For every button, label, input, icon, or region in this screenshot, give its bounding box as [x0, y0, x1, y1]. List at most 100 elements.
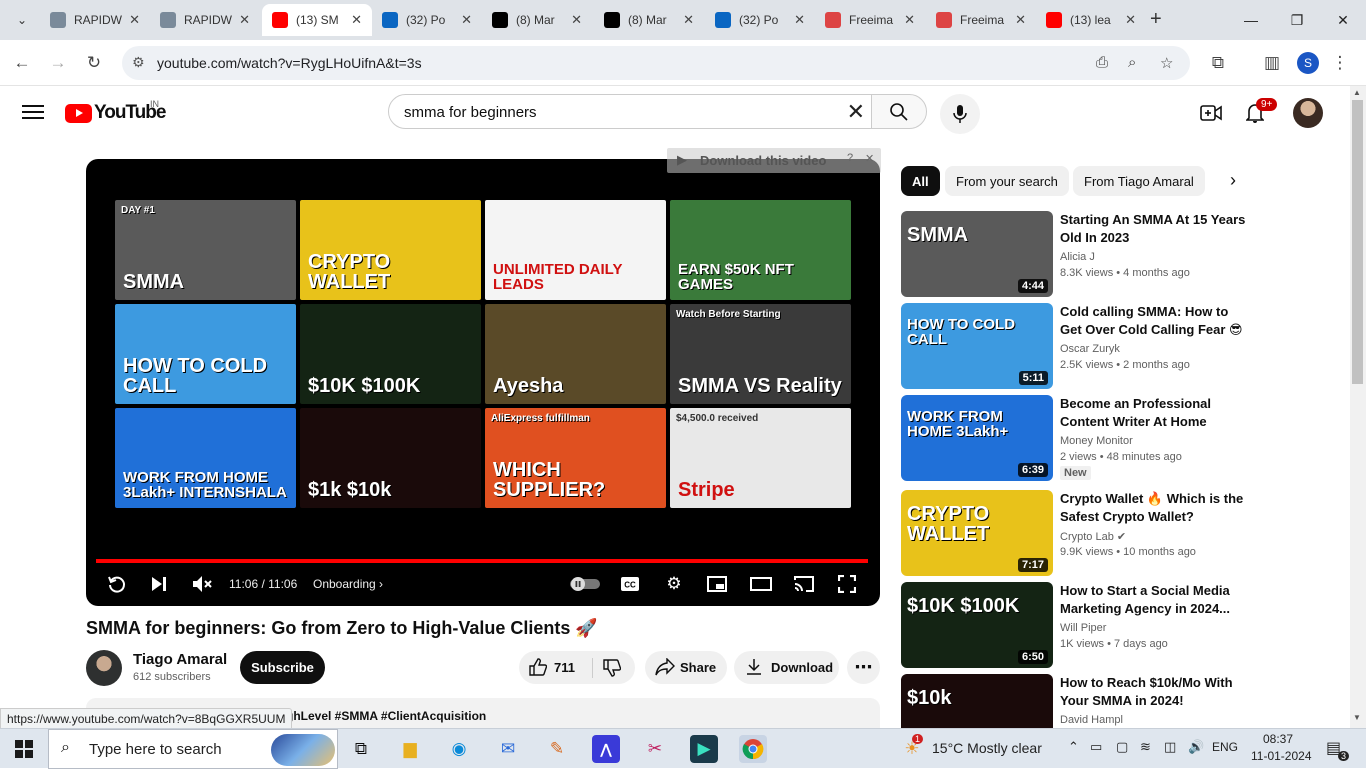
wifi-icon[interactable]: ≋ [1140, 739, 1151, 755]
address-bar[interactable]: ⚙ youtube.com/watch?v=RygLHoUifnA&t=3s ⎙… [122, 46, 1190, 80]
close-tab-icon[interactable]: ✕ [239, 12, 250, 28]
filter-chip[interactable]: From Tiago Amaral [1073, 166, 1205, 196]
browser-tab[interactable]: (8) Mar ✕ [594, 4, 704, 36]
fullscreen-icon[interactable] [836, 573, 858, 595]
next-video-icon[interactable] [148, 573, 170, 595]
terminal-app-icon[interactable]: ▶ [690, 735, 718, 763]
channel-name[interactable]: Alicia J [1060, 251, 1095, 263]
extensions-icon[interactable]: ⧉ [1206, 51, 1230, 75]
close-tab-icon[interactable]: ✕ [571, 12, 582, 28]
close-tab-icon[interactable]: ✕ [461, 12, 472, 28]
browser-tab[interactable]: (13) lea ✕ [1036, 4, 1146, 36]
snipping-tool-icon[interactable]: ✂ [641, 735, 669, 763]
minimize-button[interactable]: — [1228, 0, 1274, 40]
browser-tab[interactable]: Freeima ✕ [926, 4, 1036, 36]
end-screen-video[interactable]: CRYPTO WALLET [300, 200, 481, 300]
system-tray-chevron-icon[interactable]: ⌃ [1068, 739, 1079, 755]
edge-browser-icon[interactable]: ◉ [445, 735, 473, 763]
tab-search-button[interactable]: ⌄ [8, 8, 36, 32]
browser-tab[interactable]: RAPIDW ✕ [40, 4, 150, 36]
scroll-up-arrow[interactable]: ▲ [1353, 88, 1361, 97]
mail-icon[interactable]: ✉ [494, 735, 522, 763]
mute-icon[interactable] [191, 573, 213, 595]
like-button[interactable] [529, 658, 548, 679]
browser-tab[interactable]: Freeima ✕ [815, 4, 925, 36]
network-icon[interactable]: ◫ [1164, 739, 1176, 755]
video-thumbnail[interactable]: CRYPTO WALLET 7:17 [901, 490, 1053, 576]
address-bar-url[interactable]: youtube.com/watch?v=RygLHoUifnA&t=3s [157, 55, 422, 71]
share-button[interactable]: Share [645, 651, 727, 684]
video-title[interactable]: Crypto Wallet 🔥 Which is the Safest Cryp… [1060, 490, 1250, 526]
end-screen-video[interactable]: SMMA VS Reality Watch Before Starting [670, 304, 851, 404]
chrome-icon[interactable] [739, 735, 767, 763]
help-icon[interactable]: ? [847, 152, 853, 164]
account-avatar[interactable] [1293, 98, 1323, 128]
close-tab-icon[interactable]: ✕ [351, 12, 362, 28]
voice-search-button[interactable] [940, 94, 980, 134]
end-screen-video[interactable]: WHICH SUPPLIER? AliExpress fulfillman [485, 408, 666, 508]
scrollbar-thumb[interactable] [1352, 100, 1363, 384]
search-input[interactable]: smma for beginners ✕ [388, 94, 872, 129]
video-title[interactable]: Starting An SMMA At 15 Years Old In 2023 [1060, 211, 1250, 247]
close-tab-icon[interactable]: ✕ [904, 12, 915, 28]
search-query[interactable]: smma for beginners [404, 104, 537, 121]
bookmark-star-icon[interactable]: ☆ [1160, 54, 1173, 72]
recommended-video[interactable]: $10K $100K 6:50 How to Start a Social Medi… [901, 582, 1341, 668]
scroll-down-arrow[interactable]: ▼ [1353, 713, 1361, 722]
download-overlay[interactable]: ▶ Download this video ? ✕ [667, 148, 881, 173]
close-overlay-icon[interactable]: ✕ [865, 152, 874, 165]
recommended-video[interactable]: CRYPTO WALLET 7:17 Crypto Wallet 🔥 Which i… [901, 490, 1341, 576]
zoom-icon[interactable]: ⌕ [1128, 54, 1136, 71]
autoplay-toggle[interactable] [568, 573, 602, 595]
channel-name[interactable]: Oscar Zuryk [1060, 343, 1120, 355]
recommended-video[interactable]: HOW TO COLD CALL 5:11 Cold calling SMMA: H… [901, 303, 1341, 389]
end-screen-video[interactable]: WORK FROM HOME 3Lakh+ INTERNSHALA [115, 408, 296, 508]
battery-icon[interactable]: ▭ [1090, 739, 1102, 755]
channel-avatar[interactable] [86, 650, 122, 686]
close-tab-icon[interactable]: ✕ [1125, 12, 1136, 28]
side-panel-icon[interactable]: ▥ [1260, 51, 1284, 75]
profile-avatar[interactable]: S [1297, 52, 1319, 74]
search-button[interactable] [871, 94, 927, 129]
video-thumbnail[interactable]: WORK FROM HOME 3Lakh+ 6:39 [901, 395, 1053, 481]
back-button[interactable]: ← [10, 51, 34, 75]
reload-button[interactable]: ↻ [82, 51, 106, 75]
device-icon[interactable]: ▢ [1116, 739, 1128, 755]
filter-chip[interactable]: All [901, 166, 940, 196]
description-hashtags[interactable]: ghLevel #SMMA #ClientAcquisition [286, 709, 486, 723]
recommended-video[interactable]: SMMA 4:44 Starting An SMMA At 15 Years Old… [901, 211, 1341, 297]
video-title[interactable]: How to Start a Social Media Marketing Ag… [1060, 582, 1250, 618]
video-thumbnail[interactable]: SMMA 4:44 [901, 211, 1053, 297]
end-screen-video[interactable]: $10K $100K [300, 304, 481, 404]
clock-date[interactable]: 11-01-2024 [1251, 749, 1312, 763]
end-screen-video[interactable]: $1k $10k [300, 408, 481, 508]
video-player[interactable]: SMMA DAY #1 CRYPTO WALLET UNLIMITED DAILY L… [86, 159, 880, 606]
new-tab-button[interactable]: + [1150, 8, 1162, 31]
end-screen-video[interactable]: Stripe $4,500.0 received [670, 408, 851, 508]
site-info-icon[interactable]: ⚙ [132, 54, 145, 71]
install-app-icon[interactable]: ⎙ [1096, 54, 1108, 71]
app-icon[interactable]: ⋀ [592, 735, 620, 763]
video-title[interactable]: Cold calling SMMA: How to Get Over Cold … [1060, 303, 1250, 339]
dislike-button[interactable] [603, 659, 622, 680]
channel-name[interactable]: Crypto Lab ✔ [1060, 530, 1126, 543]
browser-tab[interactable]: (13) SM ✕ [262, 4, 372, 36]
file-explorer-icon[interactable]: ▆ [396, 735, 424, 763]
end-screen-video[interactable]: SMMA DAY #1 [115, 200, 296, 300]
task-view-icon[interactable]: ⧉ [347, 735, 375, 763]
progress-bar[interactable] [96, 559, 868, 563]
end-screen-video[interactable]: UNLIMITED DAILY LEADS [485, 200, 666, 300]
channel-name[interactable]: Money Monitor [1060, 435, 1133, 447]
windows-start-icon[interactable] [10, 735, 38, 763]
paint-icon[interactable]: ✎ [543, 735, 571, 763]
weather-text[interactable]: 15°C Mostly clear [932, 740, 1042, 756]
taskbar-search-box[interactable]: ⌕ Type here to search [48, 729, 338, 769]
page-scrollbar[interactable]: ▲ ▼ [1350, 86, 1366, 728]
video-title[interactable]: Become an Professional Content Writer At… [1060, 395, 1250, 431]
browser-tab[interactable]: (8) Mar ✕ [482, 4, 592, 36]
browser-menu-icon[interactable]: ⋮ [1328, 51, 1352, 75]
clear-search-icon[interactable]: ✕ [847, 99, 865, 125]
browser-tab[interactable]: (32) Po ✕ [705, 4, 815, 36]
miniplayer-icon[interactable] [706, 573, 728, 595]
close-tab-icon[interactable]: ✕ [683, 12, 694, 28]
